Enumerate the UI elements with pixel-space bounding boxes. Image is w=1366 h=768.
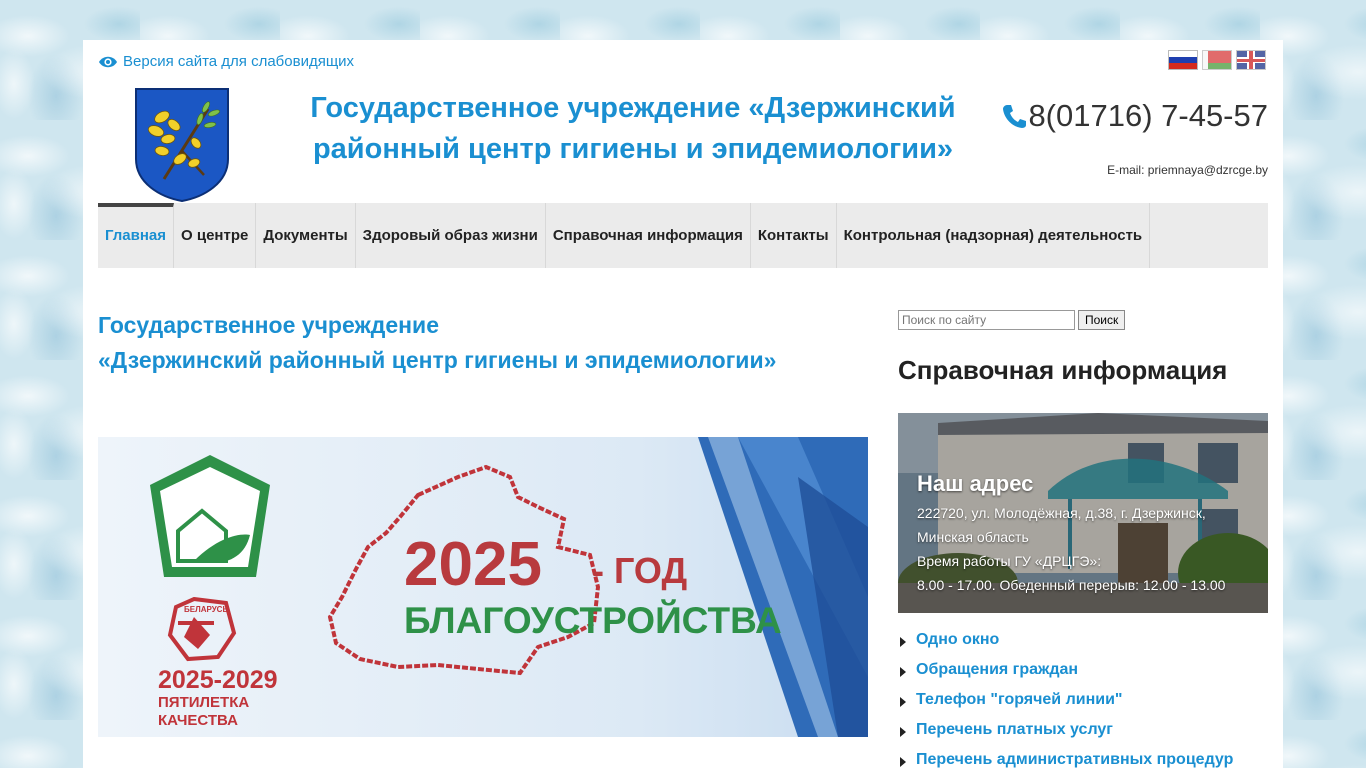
email-label: E-mail: — [1107, 163, 1145, 177]
search-button[interactable]: Поиск — [1078, 310, 1126, 330]
banner-year-suffix: - ГОД — [592, 550, 687, 591]
language-by-flag-icon[interactable] — [1202, 50, 1232, 70]
address-line2: Минская область — [917, 529, 1029, 545]
nav-item-about[interactable]: О центре — [174, 203, 257, 268]
sidebar-link-one-window[interactable]: Одно окно — [898, 631, 1233, 661]
site-search: Поиск — [898, 310, 1126, 330]
banner-subtitle: БЛАГОУСТРОЙСТВА — [404, 599, 782, 641]
nav-item-home[interactable]: Главная — [98, 203, 175, 268]
contact-email: E-mail: priemnaya@dzrcge.by — [1107, 163, 1268, 177]
language-switcher — [1168, 50, 1266, 70]
page-title-line2: «Дзержинский районный центр гигиены и эп… — [98, 347, 777, 373]
year-of-improvement-banner[interactable]: БЕЛАРУСЬ 2025-2029 ПЯТИЛЕТКА КАЧЕСТВА 20… — [98, 437, 868, 737]
address-line1: 222720, ул. Молодёжная, д.38, г. Дзержин… — [917, 505, 1206, 521]
nav-item-contacts[interactable]: Контакты — [751, 203, 837, 268]
banner-badge-text: БЕЛАРУСЬ — [184, 605, 228, 614]
working-hours-line1: Время работы ГУ «ДРЦГЭ»: — [917, 553, 1102, 569]
sidebar-link-paid-services[interactable]: Перечень платных услуг — [898, 721, 1233, 751]
search-input[interactable] — [898, 310, 1075, 330]
address-card-text: Наш адрес 222720, ул. Молодёжная, д.38, … — [917, 471, 1225, 597]
page-title-line1: Государственное учреждение — [98, 312, 439, 338]
banner-period: 2025-2029 — [158, 666, 278, 694]
phone-number[interactable]: 8(01716) 7-45-57 — [1002, 98, 1268, 134]
sidebar-link-hotline[interactable]: Телефон "горячей линии" — [898, 691, 1233, 721]
phone-number-text: 8(01716) 7-45-57 — [1028, 98, 1268, 133]
page: Версия сайта для слабовидящих Государств… — [83, 40, 1283, 768]
eye-icon — [99, 56, 117, 67]
page-title: Государственное учреждение «Дзержинский … — [98, 308, 858, 378]
sidebar-link-citizen-appeals[interactable]: Обращения граждан — [898, 661, 1233, 691]
coat-of-arms-logo[interactable] — [134, 87, 230, 203]
nav-item-supervision[interactable]: Контрольная (надзорная) деятельность — [837, 203, 1151, 268]
banner-period-line2: КАЧЕСТВА — [158, 712, 238, 729]
nav-item-reference-info[interactable]: Справочная информация — [546, 203, 751, 268]
nav-item-documents[interactable]: Документы — [256, 203, 356, 268]
sidebar-link-admin-procedures[interactable]: Перечень административных процедур — [898, 751, 1233, 768]
main-navigation: Главная О центре Документы Здоровый обра… — [98, 203, 1268, 268]
site-title: Государственное учреждение «Дзержинский … — [310, 92, 956, 165]
address-card-title: Наш адрес — [917, 471, 1034, 496]
address-card: Наш адрес 222720, ул. Молодёжная, д.38, … — [898, 413, 1268, 613]
email-link[interactable]: priemnaya@dzrcge.by — [1148, 163, 1268, 177]
nav-item-healthy-lifestyle[interactable]: Здоровый образ жизни — [356, 203, 546, 268]
banner-period-line1: ПЯТИЛЕТКА — [158, 694, 249, 711]
sidebar-links: Одно окно Обращения граждан Телефон "гор… — [898, 631, 1233, 768]
language-en-flag-icon[interactable] — [1236, 50, 1266, 70]
language-ru-flag-icon[interactable] — [1168, 50, 1198, 70]
sidebar-heading: Справочная информация — [898, 355, 1228, 385]
working-hours-line2: 8.00 - 17.00. Обеденный перерыв: 12.00 -… — [917, 577, 1226, 593]
phone-icon — [1003, 105, 1027, 128]
low-vision-link-label: Версия сайта для слабовидящих — [123, 53, 355, 70]
low-vision-version-link[interactable]: Версия сайта для слабовидящих — [98, 53, 354, 70]
banner-year: 2025 — [404, 530, 542, 599]
